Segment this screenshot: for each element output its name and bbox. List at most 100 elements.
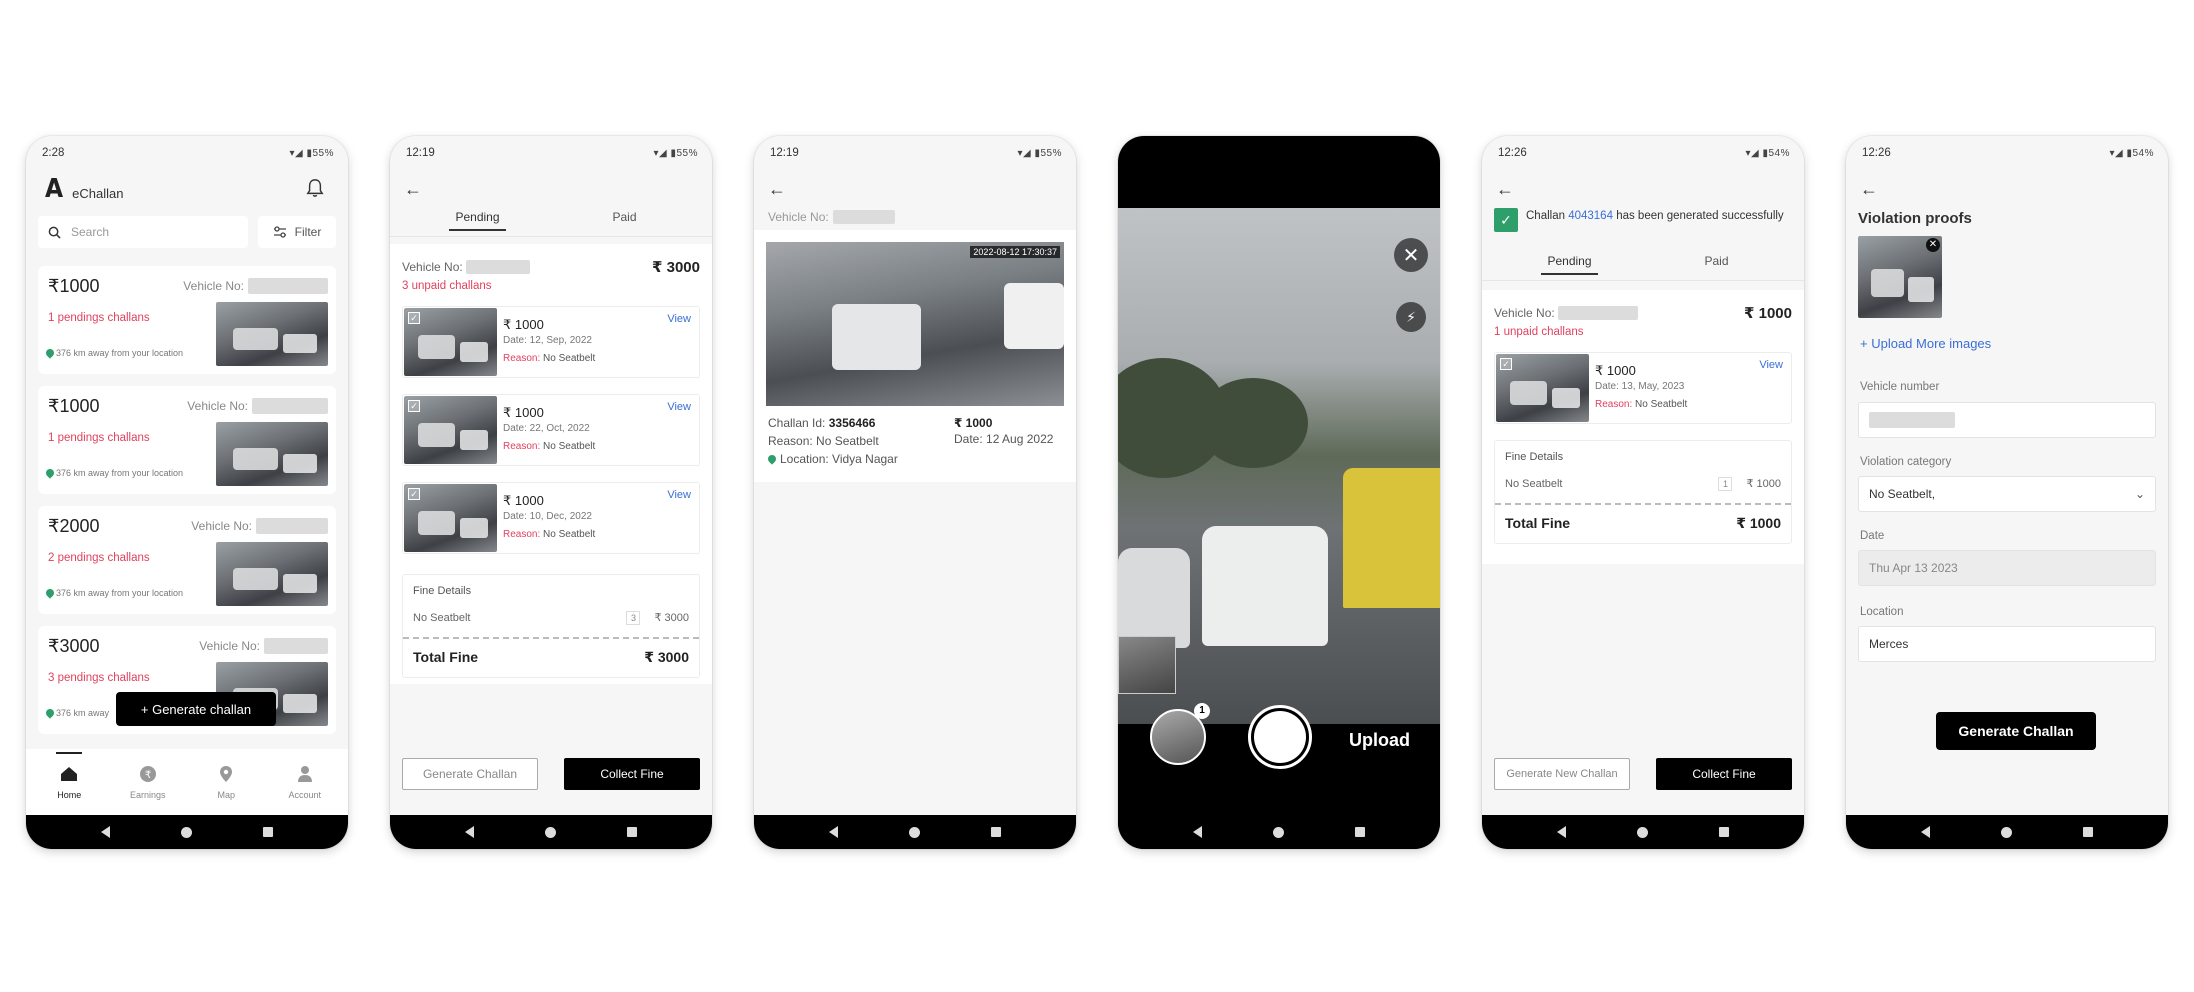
- fine-row: No Seatbelt 3 ₹ 3000: [413, 611, 689, 625]
- location-pin-icon: [44, 347, 56, 359]
- filter-label: Filter: [294, 225, 322, 239]
- vehicle-number: Vehicle No:: [187, 398, 328, 414]
- nav-back-icon[interactable]: [829, 826, 839, 838]
- checkbox-icon[interactable]: ✓: [408, 488, 420, 500]
- nav-home-icon[interactable]: [1636, 826, 1648, 838]
- vehicle-number: Vehicle No:: [768, 210, 895, 224]
- status-bar: 12:19 ▾◢ ▮55%: [390, 136, 712, 170]
- search-placeholder: Search: [71, 225, 110, 239]
- location-field[interactable]: Merces: [1858, 626, 2156, 662]
- nav-home-icon[interactable]: [2000, 826, 2012, 838]
- proof-image[interactable]: ✕: [1858, 236, 1942, 318]
- nav-recents-icon[interactable]: [990, 827, 1001, 837]
- violation-category-select[interactable]: No Seatbelt, ⌄: [1858, 476, 2156, 512]
- challan-item[interactable]: ✓ ₹ 1000 Date: 12, Sep, 2022 Reason: No …: [402, 306, 700, 378]
- challan-amount: ₹ 1000: [503, 405, 544, 420]
- nav-back-icon[interactable]: [1193, 826, 1203, 838]
- app-title: eChallan: [72, 185, 124, 201]
- date-label: Date: [1860, 530, 1885, 542]
- generate-challan-button[interactable]: + Generate challan: [116, 692, 276, 726]
- vehicle-card[interactable]: ₹1000 Vehicle No: 1 pendings challans 37…: [38, 266, 336, 374]
- vehicle-card[interactable]: ₹2000 Vehicle No: 2 pendings challans 37…: [38, 506, 336, 614]
- bottom-tab-bar: Home ₹ Earnings Map Account: [26, 749, 348, 815]
- nav-recents-icon[interactable]: [1718, 827, 1729, 837]
- screens-collage: 2:28 ▾◢ ▮55% A eChallan Search Filter ₹1…: [0, 0, 2194, 992]
- view-link[interactable]: View: [667, 489, 691, 501]
- location-pin-icon: [44, 707, 56, 719]
- notification-bell-icon[interactable]: [306, 178, 324, 198]
- nav-back-icon[interactable]: [1921, 826, 1931, 838]
- checkbox-icon[interactable]: ✓: [408, 400, 420, 412]
- distance-text: 376 km away from your location: [44, 467, 183, 479]
- tab-map-label: Map: [217, 790, 235, 800]
- upload-more-images-link[interactable]: + Upload More images: [1860, 336, 1991, 351]
- user-icon: [297, 766, 312, 782]
- generate-challan-button[interactable]: Generate Challan: [402, 758, 538, 790]
- nav-back-icon[interactable]: [101, 826, 111, 838]
- challan-id-link[interactable]: 4043164: [1568, 210, 1613, 222]
- tab-map[interactable]: Map: [196, 764, 256, 800]
- nav-home-icon[interactable]: [180, 826, 192, 838]
- vehicle-number: Vehicle No:: [1494, 306, 1639, 321]
- camera-viewfinder[interactable]: ✕ ⚡: [1118, 208, 1440, 724]
- tab-earnings[interactable]: ₹ Earnings: [118, 764, 178, 800]
- tab-pending[interactable]: Pending: [404, 210, 551, 231]
- view-link[interactable]: View: [667, 313, 691, 325]
- nav-home-icon[interactable]: [1272, 826, 1284, 838]
- status-battery: ▾◢ ▮55%: [289, 147, 334, 159]
- scene-car: [1202, 526, 1328, 646]
- app-logo-icon: A: [45, 174, 64, 204]
- back-arrow-icon[interactable]: ←: [768, 180, 786, 198]
- remove-image-icon[interactable]: ✕: [1926, 238, 1940, 252]
- pending-challans: 1 pendings challans: [48, 432, 150, 444]
- close-icon[interactable]: ✕: [1394, 238, 1428, 272]
- nav-home-icon[interactable]: [544, 826, 556, 838]
- nav-recents-icon[interactable]: [626, 827, 637, 837]
- tab-pending[interactable]: Pending: [1496, 254, 1643, 275]
- fine-details-title: Fine Details: [1505, 451, 1564, 463]
- violation-photo[interactable]: 2022-08-12 17:30:37: [766, 242, 1064, 406]
- challan-tabs: Pending Paid: [404, 210, 698, 231]
- view-link[interactable]: View: [1759, 359, 1783, 371]
- tab-account[interactable]: Account: [275, 764, 335, 800]
- tab-paid[interactable]: Paid: [1643, 254, 1790, 274]
- captured-thumbnail[interactable]: [1118, 636, 1176, 694]
- scene-car: [1118, 548, 1190, 648]
- checkbox-icon[interactable]: ✓: [1500, 358, 1512, 370]
- divider: [390, 236, 712, 237]
- upload-button[interactable]: Upload: [1349, 730, 1410, 751]
- vehicle-card[interactable]: ₹1000 Vehicle No: 1 pendings challans 37…: [38, 386, 336, 494]
- view-link[interactable]: View: [667, 401, 691, 413]
- success-message: ✓ Challan 4043164 has been generated suc…: [1494, 208, 1792, 232]
- vehicle-number-field[interactable]: [1858, 402, 2156, 438]
- tab-home[interactable]: Home: [39, 752, 99, 800]
- nav-recents-icon[interactable]: [2082, 827, 2093, 837]
- total-amount: ₹ 1000: [1744, 305, 1792, 322]
- nav-recents-icon[interactable]: [262, 827, 273, 837]
- scene-tree: [1198, 378, 1308, 468]
- back-arrow-icon[interactable]: ←: [1860, 180, 1878, 198]
- challan-item[interactable]: ✓ ₹ 1000 Date: 13, May, 2023 Reason: No …: [1494, 352, 1792, 424]
- search-input[interactable]: Search: [38, 216, 248, 248]
- collect-fine-button[interactable]: Collect Fine: [564, 758, 700, 790]
- filter-button[interactable]: Filter: [258, 216, 336, 248]
- generate-challan-button[interactable]: Generate Challan: [1936, 712, 2096, 750]
- challan-item[interactable]: ✓ ₹ 1000 Date: 22, Oct, 2022 Reason: No …: [402, 394, 700, 466]
- nav-home-icon[interactable]: [908, 826, 920, 838]
- tab-paid[interactable]: Paid: [551, 210, 698, 230]
- back-arrow-icon[interactable]: ←: [1496, 180, 1514, 198]
- generate-new-challan-button[interactable]: Generate New Challan: [1494, 758, 1630, 790]
- back-arrow-icon[interactable]: ←: [404, 180, 422, 198]
- flash-off-icon[interactable]: ⚡: [1396, 302, 1426, 332]
- collect-fine-button[interactable]: Collect Fine: [1656, 758, 1792, 790]
- status-time: 12:26: [1498, 147, 1527, 159]
- challan-item[interactable]: ✓ ₹ 1000 Date: 10, Dec, 2022 Reason: No …: [402, 482, 700, 554]
- shutter-button[interactable]: [1248, 705, 1312, 769]
- nav-back-icon[interactable]: [465, 826, 475, 838]
- nav-back-icon[interactable]: [1557, 826, 1567, 838]
- violation-category-label: Violation category: [1860, 456, 1952, 468]
- checkbox-icon[interactable]: ✓: [408, 312, 420, 324]
- status-time: 2:28: [42, 147, 65, 159]
- nav-recents-icon[interactable]: [1354, 827, 1365, 837]
- total-fine-row: Total Fine ₹ 3000: [413, 649, 689, 666]
